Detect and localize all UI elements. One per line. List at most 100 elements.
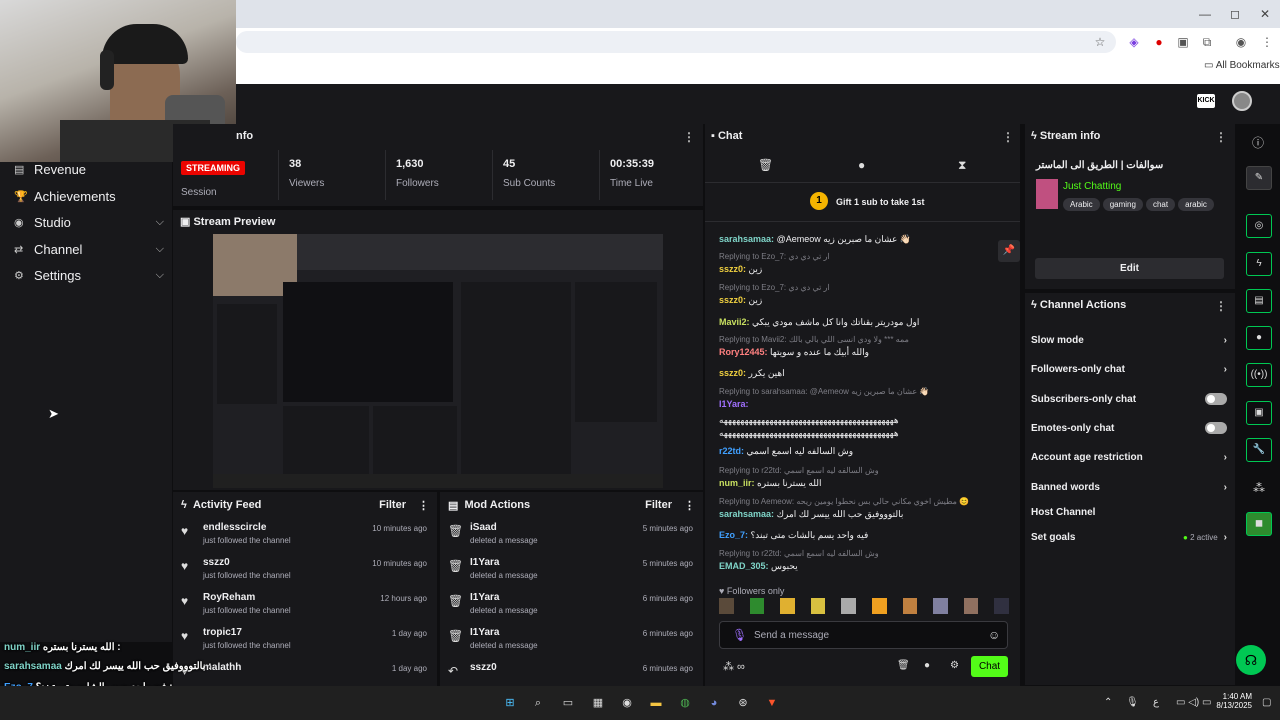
stream-preview-video[interactable] bbox=[213, 234, 663, 488]
more-options-icon[interactable]: ⋮ bbox=[683, 130, 695, 144]
chat-username[interactable]: sszz0: bbox=[719, 368, 746, 378]
hourglass-icon[interactable]: ⧗ bbox=[958, 158, 966, 173]
more-menu-icon[interactable]: ⋮ bbox=[1258, 33, 1276, 51]
chat-username[interactable]: Ezo_7: bbox=[719, 530, 748, 540]
chat-message[interactable]: sszz0: زين bbox=[719, 295, 762, 306]
chat-message[interactable]: r22td: وش السالفه ليه اسمع اسمي bbox=[719, 446, 853, 457]
chat-username[interactable]: sarahsamaa: bbox=[719, 509, 774, 519]
lightning-icon[interactable]: ϟ bbox=[1246, 252, 1272, 276]
list-item[interactable]: ♥ RoyReham just followed the channel 12 hou… bbox=[173, 588, 437, 623]
banned-words-item[interactable]: Banned words › bbox=[1031, 477, 1227, 497]
gift-icon[interactable]: ⁂ bbox=[1253, 481, 1265, 495]
emotes-only-toggle[interactable] bbox=[1205, 422, 1227, 434]
send-chat-button[interactable]: Chat bbox=[971, 656, 1008, 677]
account-age-item[interactable]: Account age restriction › bbox=[1031, 447, 1227, 467]
minimize-button[interactable]: — bbox=[1190, 4, 1220, 24]
list-item[interactable]: ♥ endlesscircle just followed the channel 1… bbox=[173, 518, 437, 553]
sidebar-item-studio[interactable]: ◉ Studio ⌵ bbox=[14, 210, 164, 234]
emote[interactable] bbox=[841, 598, 856, 614]
host-channel-item[interactable]: Host Channel bbox=[1031, 502, 1227, 522]
chat-reply-line[interactable]: Replying to sarahsamaa: @Aemeow عشان ما … bbox=[719, 387, 929, 396]
emote[interactable] bbox=[963, 598, 979, 614]
obs-icon[interactable]: ◉ bbox=[617, 694, 637, 712]
tray-chevron-icon[interactable]: ⌃ bbox=[1104, 697, 1112, 708]
chat-message[interactable]: num_iir: الله يسترنا بستره bbox=[719, 478, 821, 489]
puzzle-icon[interactable]: ⧉ bbox=[1198, 33, 1216, 51]
list-item[interactable]: 🗑 iSaad deleted a message 5 minutes ago bbox=[440, 518, 703, 553]
clock[interactable]: 1:40 AM 8/13/2025 bbox=[1212, 692, 1252, 710]
wrench-icon[interactable]: 🔧 bbox=[1246, 438, 1272, 462]
chat-username[interactable]: num_iir: bbox=[719, 478, 755, 488]
emote[interactable] bbox=[871, 598, 887, 614]
chat-reply-line[interactable]: Replying to Ezo_7: ار تي دي دي bbox=[719, 283, 830, 292]
emote[interactable] bbox=[780, 598, 795, 614]
trash-icon[interactable]: 🗑 bbox=[897, 660, 910, 671]
sidebar-item-channel[interactable]: ⇄ Channel ⌵ bbox=[14, 237, 164, 261]
steam-icon[interactable]: ⊛ bbox=[733, 694, 753, 712]
windows-start-icon[interactable]: ⊞ bbox=[500, 694, 520, 712]
trash-tab-icon[interactable]: 🗑 bbox=[758, 158, 773, 172]
chat-message[interactable]: هههههههههههههههههههههههههههههههههههههههه… bbox=[719, 428, 899, 439]
list-item[interactable]: 🗑 I1Yara deleted a message 6 minutes ago bbox=[440, 588, 703, 623]
chat-reply-line[interactable]: Replying to Aemeow: مطيش اخوي مكاني حالي… bbox=[719, 497, 969, 506]
chrome-icon[interactable]: ◍ bbox=[675, 694, 695, 712]
info-icon[interactable]: ⓘ bbox=[1252, 134, 1264, 151]
chat-username[interactable]: Mavii2: bbox=[719, 317, 750, 327]
chat-reply-line[interactable]: Replying to Mavii2: ممه *** ولا ودي انسى… bbox=[719, 335, 909, 344]
camera-icon[interactable]: ◎ bbox=[1246, 214, 1272, 238]
emote[interactable] bbox=[994, 598, 1009, 614]
all-bookmarks-link[interactable]: ▭ All Bookmarks bbox=[1204, 60, 1280, 71]
set-goals-item[interactable]: Set goals ● 2 active › bbox=[1031, 527, 1227, 547]
emote[interactable] bbox=[719, 598, 734, 614]
emote[interactable] bbox=[810, 598, 826, 614]
more-options-icon[interactable]: ⋮ bbox=[418, 499, 429, 512]
chat-message[interactable]: Rory12445: والله أبيك ما عنده و سويتها bbox=[719, 347, 869, 358]
mod-filter-button[interactable]: Filter bbox=[645, 499, 672, 511]
app-icon[interactable]: ▦ bbox=[588, 694, 608, 712]
network-volume-icon[interactable]: ▭ ◁) ▭ bbox=[1176, 697, 1211, 708]
extension-icon[interactable]: ▣ bbox=[1174, 33, 1192, 51]
shield-extension-icon[interactable]: ◈ bbox=[1125, 33, 1143, 51]
file-explorer-icon[interactable]: ▬ bbox=[646, 694, 666, 712]
emote[interactable] bbox=[749, 598, 765, 614]
chat-message[interactable]: sarahsamaa: @Aemeow عشان ما صبرين زيه 👋🏻 bbox=[719, 234, 911, 245]
more-options-icon[interactable]: ⋮ bbox=[1215, 130, 1227, 144]
slow-mode-item[interactable]: Slow mode › bbox=[1031, 330, 1227, 350]
document-icon[interactable]: ▤ bbox=[1246, 289, 1272, 313]
chat-message[interactable]: EMAD_305: يحبوس bbox=[719, 561, 798, 572]
emote[interactable] bbox=[902, 598, 918, 614]
discord-icon[interactable]: ◕ bbox=[704, 694, 724, 712]
list-item[interactable]: 🗑 I1Yara deleted a message 5 minutes ago bbox=[440, 553, 703, 588]
opera-extension-icon[interactable]: ● bbox=[1150, 33, 1168, 51]
list-item[interactable]: ♥ tropic17 just followed the channel 1 day … bbox=[173, 623, 437, 658]
mic-tray-icon[interactable]: 🎙 bbox=[1126, 697, 1139, 708]
notification-icon[interactable]: ▢ bbox=[1262, 697, 1271, 708]
brave-icon[interactable]: ▼ bbox=[762, 694, 782, 712]
star-icon[interactable]: ☆ bbox=[1091, 33, 1109, 51]
list-item[interactable]: 🗑 I1Yara deleted a message 6 minutes ago bbox=[440, 623, 703, 658]
maximize-button[interactable]: ◻ bbox=[1220, 4, 1250, 24]
sidebar-item-settings[interactable]: ⚙ Settings ⌵ bbox=[14, 263, 164, 287]
chat-username[interactable]: sszz0: bbox=[719, 264, 746, 274]
chat-reply-line[interactable]: Replying to Ezo_7: ار تي دي دي bbox=[719, 252, 830, 261]
layout-icon[interactable]: ▣ bbox=[1246, 401, 1272, 425]
pencil-icon[interactable]: ✎ bbox=[1246, 166, 1272, 190]
more-options-icon[interactable]: ⋮ bbox=[684, 499, 695, 512]
chat-bubble-icon[interactable]: ● bbox=[924, 660, 930, 671]
followers-only-item[interactable]: Followers-only chat › bbox=[1031, 359, 1227, 379]
kick-logo-icon[interactable]: KICK bbox=[1197, 94, 1215, 108]
gift-sub-icon[interactable]: ⁂ ∞ bbox=[723, 660, 745, 673]
chat-message[interactable]: Ezo_7: فيه واحد يسم بالشات متى تبند؟ bbox=[719, 530, 868, 541]
list-item[interactable]: ♥ sszz0 just followed the channel 10 minute… bbox=[173, 553, 437, 588]
emoji-icon[interactable]: ☺ bbox=[988, 628, 1000, 642]
chat-reply-line[interactable]: Replying to r22td: وش السالفه ليه اسمع ا… bbox=[719, 466, 879, 475]
chat-icon[interactable]: ● bbox=[1246, 326, 1272, 350]
profile-avatar-icon[interactable]: ◉ bbox=[1232, 33, 1250, 51]
task-view-icon[interactable]: ▭ bbox=[558, 694, 578, 712]
chat-message[interactable]: هههههههههههههههههههههههههههههههههههههههه… bbox=[719, 415, 899, 426]
chat-username[interactable]: r22td: bbox=[719, 446, 744, 456]
search-icon[interactable]: ⌕ bbox=[528, 694, 548, 712]
emote[interactable] bbox=[933, 598, 948, 614]
sidebar-item-achievements[interactable]: 🏆 Achievements bbox=[14, 184, 164, 208]
address-bar[interactable] bbox=[236, 31, 1116, 53]
